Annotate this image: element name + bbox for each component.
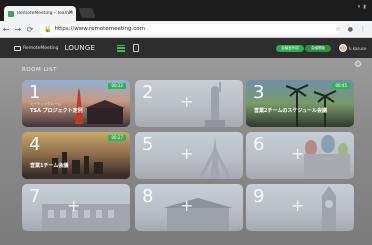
room-card-8[interactable]: 8 +: [135, 184, 243, 231]
room-name: 営業2チームのスケジュール会議: [254, 108, 327, 114]
add-room-icon[interactable]: +: [180, 146, 193, 162]
tab-title: RemoteMeeting - TeamMeeting: [17, 11, 73, 16]
battery-icon: ▮: [363, 4, 366, 10]
room-card-2[interactable]: 2 +: [135, 80, 243, 127]
logo-text: RemoteMeeting: [23, 45, 59, 51]
start-meeting-button[interactable]: 会議開始: [305, 45, 331, 52]
room-timer: 00:27: [108, 135, 126, 141]
clock-tower-icon: [322, 186, 336, 231]
star-icon[interactable]: ☆: [335, 25, 340, 34]
add-room-icon[interactable]: +: [180, 198, 193, 214]
room-card-6[interactable]: 6 +: [246, 132, 354, 179]
room-number: 1: [29, 82, 41, 103]
room-card-3[interactable]: 3 営業2チームのスケジュール会議 00:45: [246, 80, 354, 127]
add-room-icon[interactable]: +: [291, 146, 304, 162]
room-number: 3: [253, 82, 265, 103]
page-title: LOUNGE: [64, 44, 96, 52]
room-name: 営業1チーム会議: [30, 163, 69, 169]
tower-silhouette-icon: [75, 88, 125, 124]
system-tray: ▾ ▮: [358, 4, 366, 10]
room-timer: 00:12: [108, 83, 126, 89]
wifi-icon: ▾: [357, 4, 361, 10]
url-input[interactable]: 🔒 https://www.remotemeeting.com: [40, 23, 340, 35]
room-card-1[interactable]: 1 ミーティングルーム TSA プロジェクト定例 00:12: [22, 80, 130, 127]
browser-tabbar: RemoteMeeting - TeamMeeting × ▾ ▮: [0, 0, 372, 21]
room-timer: 00:45: [332, 83, 350, 89]
url-text: https://www.remotemeeting.com: [54, 26, 146, 32]
colosseum-silhouette-icon: [42, 204, 130, 231]
address-bar: ← → ⟳ 🔒 https://www.remotemeeting.com ☆ …: [0, 21, 372, 38]
room-card-4[interactable]: 4 営業1チーム会議 00:27: [22, 132, 130, 179]
browser-tab[interactable]: RemoteMeeting - TeamMeeting ×: [4, 6, 76, 21]
document-icon[interactable]: [133, 44, 140, 52]
back-button[interactable]: ←: [0, 21, 12, 38]
cathedral-silhouette-icon: [304, 135, 350, 179]
room-number: 8: [142, 186, 154, 207]
browser-actions: ☆ ● ⋮: [335, 25, 366, 34]
favicon-icon: [8, 10, 14, 17]
app-header: RemoteMeeting LOUNGE 会議室作成 会議開始 k.kasuse: [0, 38, 372, 58]
create-room-button[interactable]: 会議室作成: [276, 45, 304, 52]
user-name[interactable]: k.kasuse: [349, 46, 366, 51]
gear-icon[interactable]: ⚙: [354, 60, 362, 70]
logo-icon: [14, 45, 21, 51]
lock-icon: 🔒: [44, 25, 52, 33]
add-room-icon[interactable]: +: [291, 198, 304, 214]
room-card-5[interactable]: 5 +: [135, 132, 243, 179]
new-tab-button[interactable]: [78, 8, 96, 18]
gate-silhouette-icon: [163, 198, 233, 231]
room-number: 6: [253, 134, 265, 155]
room-number: 2: [142, 82, 154, 103]
eiffel-tower-icon: [198, 136, 232, 179]
avatar[interactable]: [339, 44, 347, 52]
room-number: 9: [253, 186, 265, 207]
mic-icon[interactable]: ●: [348, 25, 353, 34]
reload-button[interactable]: ⟳: [24, 21, 36, 38]
room-card-9[interactable]: 9 +: [246, 184, 354, 231]
room-number: 7: [29, 186, 41, 207]
room-card-7[interactable]: 7 +: [22, 184, 130, 231]
menu-icon[interactable]: ⋮: [360, 25, 366, 34]
room-number: 4: [29, 134, 41, 155]
room-number: 5: [142, 134, 154, 155]
close-icon[interactable]: ×: [68, 10, 73, 16]
room-name: TSA プロジェクト定例: [30, 108, 83, 114]
forward-button[interactable]: →: [12, 21, 24, 38]
add-room-icon[interactable]: +: [67, 198, 80, 214]
app-logo[interactable]: RemoteMeeting: [14, 45, 59, 51]
add-room-icon[interactable]: +: [180, 94, 193, 110]
statue-silhouette-icon: [205, 82, 225, 127]
list-view-icon[interactable]: [117, 44, 126, 52]
section-title: ROOM LIST: [22, 67, 58, 73]
main-area: ROOM LIST ⚙ 1 ミーティングルーム TSA プロジェクト定例 00:…: [0, 58, 372, 245]
